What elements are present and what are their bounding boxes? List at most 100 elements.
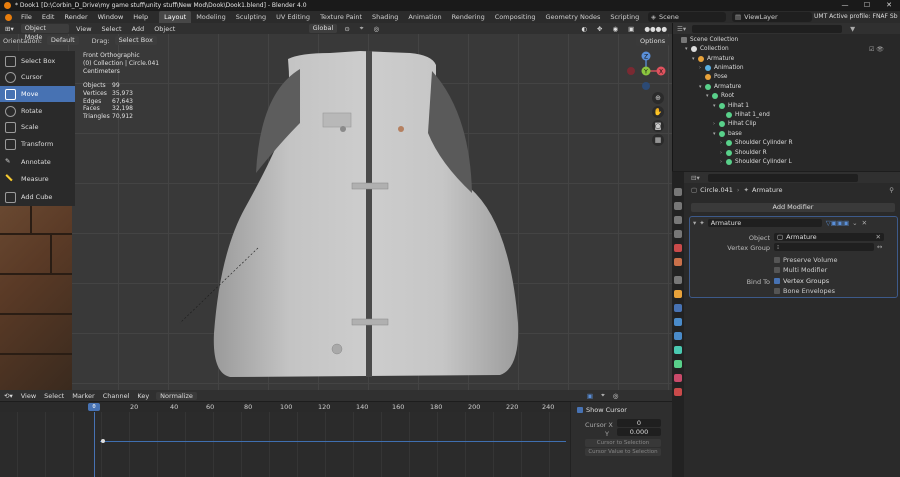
timeline-graph[interactable]	[0, 412, 570, 477]
maximize-button[interactable]: ☐	[856, 0, 878, 11]
output-tab-icon[interactable]	[674, 216, 682, 224]
tool-annotate[interactable]: ✎ Annotate	[0, 154, 75, 170]
gizmo-neg-x-axis[interactable]	[627, 67, 635, 75]
drag-dropdown[interactable]: Select Box	[114, 36, 157, 45]
tab-animation[interactable]: Animation	[403, 11, 446, 23]
modifier-toggle-icons[interactable]: ▽▣▣▣	[826, 219, 849, 227]
pan-hand-icon[interactable]: ✋	[652, 106, 664, 118]
outliner-item[interactable]: ▾ Hihat 1	[713, 101, 749, 110]
visibility-icons[interactable]: ☑ 👁	[869, 46, 884, 53]
viewport-menu-object[interactable]: Object	[149, 25, 180, 33]
overlay-toggle-icon[interactable]: ◉	[607, 25, 623, 33]
modifier-name-field[interactable]: Armature	[707, 218, 822, 227]
menu-window[interactable]: Window	[93, 13, 129, 21]
gizmo-neg-z-axis[interactable]	[642, 82, 650, 90]
texture-tab-icon[interactable]	[674, 388, 682, 396]
preserve-volume-row[interactable]: Preserve Volume	[774, 256, 837, 264]
vertex-groups-checkbox[interactable]	[774, 278, 780, 284]
outliner-item[interactable]: Pose	[699, 73, 727, 82]
tool-select-box[interactable]: Select Box	[0, 53, 75, 69]
mode-dropdown[interactable]: Object Mode	[20, 24, 70, 41]
timeline-ruler[interactable]: 0 20 40 60 80 100 120 140 160 180 200 22…	[0, 402, 570, 412]
outliner-scene-collection[interactable]: Scene Collection	[681, 36, 738, 45]
preserve-volume-checkbox[interactable]	[774, 257, 780, 263]
tab-layout[interactable]: Layout	[159, 11, 192, 23]
modifier-delete-icon[interactable]: ✕	[862, 219, 867, 227]
object-tab-icon[interactable]	[674, 290, 682, 298]
blender-menu-icon[interactable]	[0, 13, 16, 21]
menu-render[interactable]: Render	[59, 13, 92, 21]
editor-type-icon[interactable]: ⊞▾	[0, 25, 19, 33]
orientation-dropdown[interactable]: Default	[46, 36, 79, 45]
properties-editor-icon[interactable]: ⊟▾	[691, 174, 700, 182]
vest-mesh[interactable]	[0, 23, 672, 390]
render-tab-icon[interactable]	[674, 202, 682, 210]
collapse-icon[interactable]: ▾	[693, 219, 696, 227]
close-button[interactable]: ✕	[878, 0, 900, 11]
cursor-value-to-selection-button[interactable]: Cursor Value to Selection	[585, 448, 661, 456]
cursor-to-selection-button[interactable]: Cursor to Selection	[585, 439, 661, 447]
tab-modeling[interactable]: Modeling	[191, 11, 231, 23]
gizmo-toggle-icon[interactable]: ✥	[592, 25, 607, 33]
timeline-editor-icon[interactable]: ⟲▾	[0, 392, 17, 400]
viewport-menu-select[interactable]: Select	[97, 25, 127, 33]
scene-selector[interactable]: ◈ Scene	[648, 12, 726, 22]
tool-add-cube[interactable]: Add Cube	[0, 189, 75, 205]
zoom-icon[interactable]: ⊕	[652, 92, 664, 104]
outliner-item[interactable]: ▾ Collection	[685, 45, 729, 54]
keyframe-point[interactable]	[101, 439, 105, 443]
vertex-group-field[interactable]: ⁝	[774, 243, 874, 251]
tab-texture-paint[interactable]: Texture Paint	[315, 11, 367, 23]
tool-tab-icon[interactable]	[674, 188, 682, 196]
tab-uv-editing[interactable]: UV Editing	[271, 11, 315, 23]
object-field[interactable]: ▢ Armature ✕	[774, 233, 884, 241]
tool-measure[interactable]: 📏 Measure	[0, 171, 75, 187]
invert-vertex-group-icon[interactable]: ↔	[877, 243, 882, 251]
timeline-filter-icon[interactable]: ▣	[583, 392, 597, 400]
tab-rendering[interactable]: Rendering	[447, 11, 490, 23]
outliner-item[interactable]: Hihat 1_end	[720, 111, 770, 120]
view-layer-selector[interactable]: ▤ ViewLayer	[732, 12, 812, 22]
xray-toggle-icon[interactable]: ▣	[623, 25, 639, 33]
proportional-edit-icon[interactable]: ◎	[368, 25, 384, 33]
outliner-editor-icon[interactable]: ☰▾	[677, 25, 686, 33]
viewport-menu-add[interactable]: Add	[127, 25, 150, 33]
tool-scale[interactable]: Scale	[0, 119, 75, 135]
menu-edit[interactable]: Edit	[37, 13, 60, 21]
timeline-menu-view[interactable]: View	[17, 392, 40, 400]
tool-cursor[interactable]: Cursor	[0, 69, 75, 85]
3d-viewport[interactable]	[0, 23, 672, 390]
world-tab-icon[interactable]	[674, 258, 682, 266]
properties-search-input[interactable]	[707, 173, 858, 182]
material-tab-icon[interactable]	[674, 374, 682, 382]
data-tab-icon[interactable]	[674, 360, 682, 368]
viewport-visibility-icon[interactable]: ◐	[576, 25, 592, 33]
outliner-item[interactable]: ▾ Root	[706, 92, 734, 101]
timeline-snap-icon[interactable]: ⌖	[597, 391, 609, 400]
pivot-icon[interactable]: ⊙	[339, 25, 354, 33]
pin-icon[interactable]: ⚲	[889, 186, 894, 194]
menu-help[interactable]: Help	[128, 13, 153, 21]
timeline-menu-select[interactable]: Select	[40, 392, 68, 400]
show-cursor-checkbox[interactable]	[577, 407, 583, 413]
normalize-toggle[interactable]: Normalize	[156, 391, 197, 400]
physics-tab-icon[interactable]	[674, 332, 682, 340]
tab-compositing[interactable]: Compositing	[490, 11, 541, 23]
menu-file[interactable]: File	[16, 13, 37, 21]
bone-envelopes-row[interactable]: Bone Envelopes	[774, 287, 835, 295]
constraints-tab-icon[interactable]	[674, 346, 682, 354]
timeline-menu-channel[interactable]: Channel	[99, 392, 134, 400]
cursor-x-field[interactable]: 0	[617, 419, 661, 427]
timeline-proportional-icon[interactable]: ◎	[609, 392, 623, 400]
clear-object-icon[interactable]: ✕	[876, 233, 881, 241]
outliner-item[interactable]: › Hihat Clip	[713, 120, 756, 129]
outliner-item[interactable]: ▾ Armature	[699, 83, 741, 92]
shading-modes-icon[interactable]: ●●●●	[639, 25, 672, 33]
show-cursor-row[interactable]: Show Cursor	[577, 406, 627, 414]
outliner-item[interactable]: › Shoulder Cylinder R	[720, 139, 793, 148]
ortho-grid-icon[interactable]: ▦	[652, 134, 664, 146]
add-modifier-button[interactable]: Add Modifier	[691, 203, 895, 212]
outliner-item[interactable]: ▾ base	[713, 130, 742, 139]
tab-geometry-nodes[interactable]: Geometry Nodes	[541, 11, 606, 23]
outliner-item[interactable]: › Animation	[699, 64, 744, 73]
